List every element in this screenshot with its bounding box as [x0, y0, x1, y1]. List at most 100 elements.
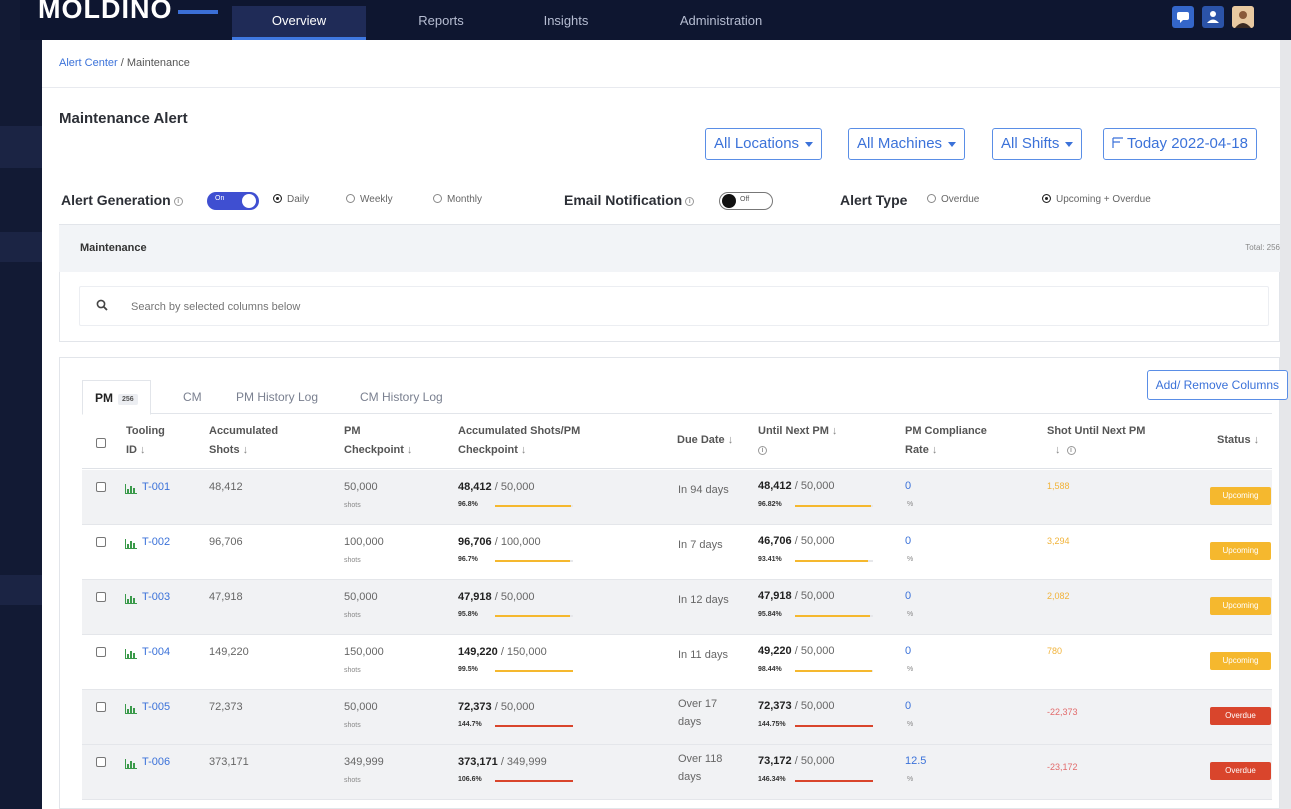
due-date: In 7 days [678, 536, 723, 554]
avatar[interactable] [1232, 6, 1254, 28]
alert-generation-text: Alert Generation [61, 192, 171, 208]
tooling-id-link[interactable]: T-002 [142, 536, 170, 548]
nav-tab-reports[interactable]: Reports [386, 6, 496, 40]
row-checkbox[interactable] [96, 482, 106, 492]
chat-icon[interactable] [1172, 6, 1194, 28]
select-all-checkbox[interactable] [96, 438, 106, 448]
next-progress-bar [795, 505, 871, 507]
until-next-pm-value: 48,412 [758, 480, 792, 492]
radio-weekly[interactable]: Weekly [346, 194, 393, 205]
table-row[interactable]: T-001 48,412 50,000 shots 48,412 / 50,00… [82, 470, 1272, 525]
tooling-id-link[interactable]: T-003 [142, 591, 170, 603]
email-notification-text: Email Notification [564, 192, 683, 208]
table-row[interactable]: T-006 373,171 349,999 shots 373,171 / 34… [82, 745, 1272, 800]
acc-per-pm-value: 47,918 [458, 591, 492, 603]
filter-shifts[interactable]: All Shifts [992, 128, 1083, 160]
header-tooling-id[interactable]: Tooling ID ↓ [126, 422, 165, 460]
bar-chart-icon[interactable] [125, 649, 137, 659]
pm-compliance-rate: 0 [905, 645, 912, 657]
acc-per-pm-total: / 50,000 [491, 481, 535, 493]
acc-per-pm: 47,918 / 50,000 [458, 591, 534, 603]
until-next-pm-percent: 95.84% [758, 611, 782, 618]
shot-until-next-pm: 780 [1047, 646, 1063, 656]
header-status[interactable]: Status ↓ [1217, 431, 1259, 450]
tab-pm[interactable]: PM 256 [82, 380, 151, 415]
row-checkbox[interactable] [96, 537, 106, 547]
section-total: Total: 256 [1245, 243, 1280, 252]
header-text: Checkpoint [344, 444, 404, 456]
radio-upcoming-overdue[interactable]: Upcoming + Overdue [1042, 194, 1151, 205]
header-text: ID [126, 444, 137, 456]
bar-chart-icon[interactable] [125, 759, 137, 769]
header-until-next-pm[interactable]: Until Next PM ↓ i [758, 422, 837, 460]
filter-machines[interactable]: All Machines [848, 128, 966, 160]
acc-progress-bar [495, 725, 573, 727]
tooling-id-link[interactable]: T-005 [142, 701, 170, 713]
due-date-line: Over 118 [678, 753, 723, 765]
tooling-id-link[interactable]: T-004 [142, 646, 170, 658]
nav-tab-overview[interactable]: Overview [232, 6, 366, 40]
row-checkbox[interactable] [96, 647, 106, 657]
alert-generation-label: Alert Generation i [61, 192, 183, 208]
radio-overdue[interactable]: Overdue [927, 194, 979, 205]
header-accumulated-shots[interactable]: Accumulated Shots ↓ [209, 422, 278, 460]
nav-tab-administration[interactable]: Administration [646, 6, 796, 40]
accumulated-shots: 48,412 [209, 481, 243, 493]
email-notification-label: Email Notification i [564, 192, 695, 208]
bar-chart-icon[interactable] [125, 484, 137, 494]
row-checkbox[interactable] [96, 592, 106, 602]
sort-icon: ↓ [831, 425, 838, 437]
table-row[interactable]: T-002 96,706 100,000 shots 96,706 / 100,… [82, 525, 1272, 580]
chevron-down-icon [805, 141, 814, 147]
header-due-date[interactable]: Due Date ↓ [677, 431, 733, 450]
table-row[interactable]: T-004 149,220 150,000 shots 149,220 / 15… [82, 635, 1272, 690]
tab-pm-history-log[interactable]: PM History Log [224, 380, 330, 414]
due-date-line: days [678, 716, 702, 728]
row-checkbox[interactable] [96, 702, 106, 712]
bar-chart-icon[interactable] [125, 594, 137, 604]
bar-chart-icon[interactable] [125, 704, 137, 714]
accumulated-shots: 373,171 [209, 756, 249, 768]
tab-cm-history-log[interactable]: CM History Log [348, 380, 455, 414]
tooling-id-link[interactable]: T-006 [142, 756, 170, 768]
until-next-pm: 73,172 / 50,000 [758, 755, 834, 767]
tab-cm[interactable]: CM [171, 380, 214, 414]
acc-progress-bar [495, 560, 571, 562]
due-date: Over 118 days [678, 750, 722, 786]
due-date-line: In 7 days [678, 539, 723, 551]
radio-monthly[interactable]: Monthly [433, 194, 482, 205]
info-icon: i [758, 445, 767, 455]
row-checkbox[interactable] [96, 757, 106, 767]
radio-daily[interactable]: Daily [273, 194, 309, 205]
section-title: Maintenance [80, 242, 147, 254]
search-input[interactable] [131, 297, 631, 317]
calendar-icon [1112, 137, 1123, 148]
radio-weekly-label: Weekly [360, 194, 393, 205]
alert-generation-toggle[interactable]: On [207, 192, 259, 210]
due-date: In 11 days [678, 646, 728, 664]
user-icon[interactable] [1202, 6, 1224, 28]
filter-date[interactable]: Today 2022-04-18 [1103, 128, 1257, 160]
search-card [59, 272, 1280, 342]
nav-tab-insights[interactable]: Insights [516, 6, 616, 40]
email-notification-toggle[interactable]: Off [719, 192, 773, 210]
filter-locations[interactable]: All Locations [705, 128, 823, 160]
due-date-line: days [678, 771, 702, 783]
pm-table-card: PM 256 CM PM History Log CM History Log A… [59, 357, 1288, 809]
header-pm-compliance-rate[interactable]: PM Compliance Rate ↓ [905, 422, 987, 460]
pm-checkpoint: 150,000 [344, 646, 384, 658]
acc-per-pm: 72,373 / 50,000 [458, 701, 534, 713]
bar-chart-icon[interactable] [125, 539, 137, 549]
table-row[interactable]: T-003 47,918 50,000 shots 47,918 / 50,00… [82, 580, 1272, 635]
sort-icon: ↓ [140, 444, 146, 456]
header-pm-checkpoint[interactable]: PM Checkpoint ↓ [344, 422, 412, 460]
header-acc-shots-per-pm[interactable]: Accumulated Shots/PM Checkpoint ↓ [458, 422, 580, 460]
table-row[interactable]: T-005 72,373 50,000 shots 72,373 / 50,00… [82, 690, 1272, 745]
header-shot-until-next-pm[interactable]: Shot Until Next PM ↓ i [1047, 422, 1145, 460]
breadcrumb-alert-center[interactable]: Alert Center [59, 57, 118, 69]
section-header: Maintenance Total: 256 [59, 224, 1280, 272]
add-remove-columns-button[interactable]: Add/ Remove Columns [1146, 370, 1288, 400]
tooling-id-link[interactable]: T-001 [142, 481, 170, 493]
next-progress-bar [795, 725, 873, 727]
until-next-pm-total: / 50,000 [791, 700, 835, 712]
